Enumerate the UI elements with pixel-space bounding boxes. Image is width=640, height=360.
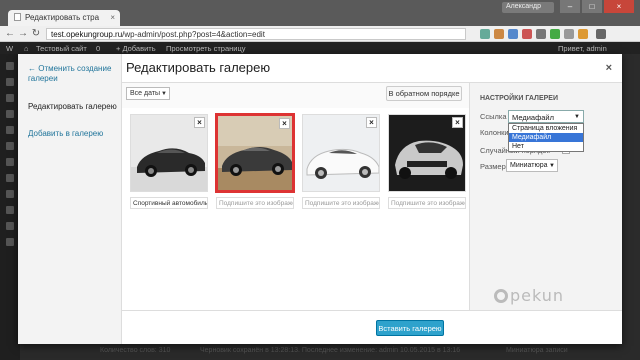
gallery-thumbnail[interactable]: × <box>388 114 466 192</box>
insert-gallery-button[interactable]: Вставить галерею <box>376 320 444 336</box>
browser-titlebar: Редактировать стра × Александр – □ × <box>0 0 640 26</box>
remove-icon[interactable]: × <box>366 117 377 128</box>
caption-field[interactable]: Подпишите это изображение <box>216 197 294 209</box>
wordpress-logo-icon[interactable]: W <box>6 44 13 53</box>
remove-icon[interactable]: × <box>279 118 290 129</box>
menu-item-icon[interactable] <box>6 126 14 134</box>
reload-icon[interactable]: ↻ <box>30 28 42 40</box>
menu-item-icon[interactable] <box>6 238 14 246</box>
gallery-attachments: × Спортивный автомобиль × Подпишите это … <box>122 108 469 308</box>
caption-field[interactable]: Спортивный автомобиль <box>130 197 208 209</box>
date-filter-select[interactable]: Все даты ▼ <box>126 87 170 100</box>
url-path: /wp-admin/post.php?post=4&action=edit <box>122 30 265 39</box>
address-bar[interactable]: test.opekungroup.ru/wp-admin/post.php?po… <box>46 28 466 40</box>
back-arrow-icon[interactable]: ← <box>4 28 16 40</box>
menu-item-icon[interactable] <box>6 174 14 182</box>
link-to-value: Медиафайл <box>512 113 554 122</box>
gear-icon <box>494 289 508 303</box>
link-label: Ссылка <box>480 112 507 121</box>
menu-item-icon[interactable] <box>6 94 14 102</box>
settings-title: НАСТРОЙКИ ГАЛЕРЕИ <box>480 95 559 102</box>
dropdown-option[interactable]: Страница вложения <box>509 124 583 133</box>
wp-admin-bar: W ⌂ Тестовый сайт 0 + Добавить Просмотре… <box>0 42 640 54</box>
cancel-gallery-link[interactable]: ← Отменить создание галереи <box>28 64 120 84</box>
opekun-watermark: pekun <box>494 286 564 305</box>
caption-field[interactable]: Подпишите это изображение <box>302 197 380 209</box>
extension-icon[interactable] <box>522 29 532 39</box>
extension-icon[interactable] <box>494 29 504 39</box>
dropdown-option-highlighted[interactable]: Медиафайл <box>509 133 583 142</box>
extension-icon[interactable] <box>480 29 490 39</box>
minimize-icon[interactable]: – <box>560 0 580 13</box>
word-count: Количество слов: 310 <box>100 347 171 354</box>
page-icon <box>14 13 21 21</box>
dropdown-option[interactable]: Нет <box>509 142 583 151</box>
caption-field[interactable]: Подпишите это изображение <box>388 197 466 209</box>
menu-item-icon[interactable] <box>6 62 14 70</box>
gallery-thumbnail[interactable]: × <box>130 114 208 192</box>
reverse-order-button[interactable]: В обратном порядке <box>386 86 462 101</box>
tab-close-icon[interactable]: × <box>110 13 115 22</box>
modal-title: Редактировать галерею <box>126 60 271 75</box>
wp-admin-menu <box>0 54 20 360</box>
window-close-icon[interactable]: × <box>604 0 634 13</box>
link-to-select[interactable]: Медиафайл ▼ <box>508 110 584 123</box>
menu-item-icon[interactable] <box>6 158 14 166</box>
remove-icon[interactable]: × <box>194 117 205 128</box>
menu-icon[interactable] <box>596 29 606 39</box>
tab-title: Редактировать стра <box>25 13 100 22</box>
view-page-link[interactable]: Просмотреть страницу <box>166 44 246 53</box>
extension-icon[interactable] <box>508 29 518 39</box>
window-controls: – □ × <box>560 0 634 13</box>
menu-item-icon[interactable] <box>6 222 14 230</box>
site-name[interactable]: Тестовый сайт <box>36 44 87 53</box>
extension-icon[interactable] <box>550 29 560 39</box>
add-new-link[interactable]: + Добавить <box>116 44 156 53</box>
columns-label: Колонки <box>480 128 509 137</box>
comments-count[interactable]: 0 <box>96 44 100 53</box>
browser-tab[interactable]: Редактировать стра × <box>8 10 120 26</box>
menu-item-icon[interactable] <box>6 190 14 198</box>
user-badge[interactable]: Александр <box>502 2 554 13</box>
featured-image-title: Миниатюра записи <box>506 347 568 354</box>
size-value: Миниатюра <box>510 162 548 169</box>
menu-item-icon[interactable] <box>6 206 14 214</box>
sidebar-item-add-to-gallery[interactable]: Добавить в галерею <box>28 129 103 138</box>
greeting[interactable]: Привет, admin <box>558 44 607 53</box>
chevron-down-icon: ▼ <box>574 114 580 120</box>
menu-item-icon[interactable] <box>6 110 14 118</box>
gallery-thumbnail-selected[interactable]: × <box>216 114 294 192</box>
modal-close-icon[interactable]: × <box>606 62 612 74</box>
remove-icon[interactable]: × <box>452 117 463 128</box>
extension-icon[interactable] <box>564 29 574 39</box>
size-label: Размер <box>480 162 506 171</box>
watermark-text: pekun <box>510 286 565 305</box>
link-to-dropdown: Страница вложения Медиафайл Нет <box>508 123 584 152</box>
extension-icon[interactable] <box>536 29 546 39</box>
menu-item-icon[interactable] <box>6 142 14 150</box>
menu-item-icon[interactable] <box>6 78 14 86</box>
modal-sidebar: ← Отменить создание галереи Редактироват… <box>18 54 122 344</box>
date-filter-value: Все даты <box>130 90 161 97</box>
sidebar-item-edit-gallery[interactable]: Редактировать галерею <box>28 102 118 112</box>
gallery-settings-panel: НАСТРОЙКИ ГАЛЕРЕИ Ссылка Медиафайл ▼ Стр… <box>469 83 622 311</box>
gallery-thumbnail[interactable]: × <box>302 114 380 192</box>
draft-saved-status: Черновик сохранён в 13:28:13. Последнее … <box>200 347 461 354</box>
extension-icon[interactable] <box>578 29 588 39</box>
modal-footer: Вставить галерею <box>122 310 622 344</box>
browser-toolbar: ← → ↻ test.opekungroup.ru/wp-admin/post.… <box>0 26 640 42</box>
home-icon[interactable]: ⌂ <box>24 44 29 53</box>
size-select[interactable]: Миниатюра ▼ <box>506 159 558 172</box>
chevron-down-icon: ▼ <box>161 91 167 97</box>
forward-arrow-icon[interactable]: → <box>17 28 29 40</box>
url-host: test.opekungroup.ru <box>51 30 123 39</box>
chevron-down-icon: ▼ <box>549 163 555 169</box>
maximize-icon[interactable]: □ <box>582 0 602 13</box>
